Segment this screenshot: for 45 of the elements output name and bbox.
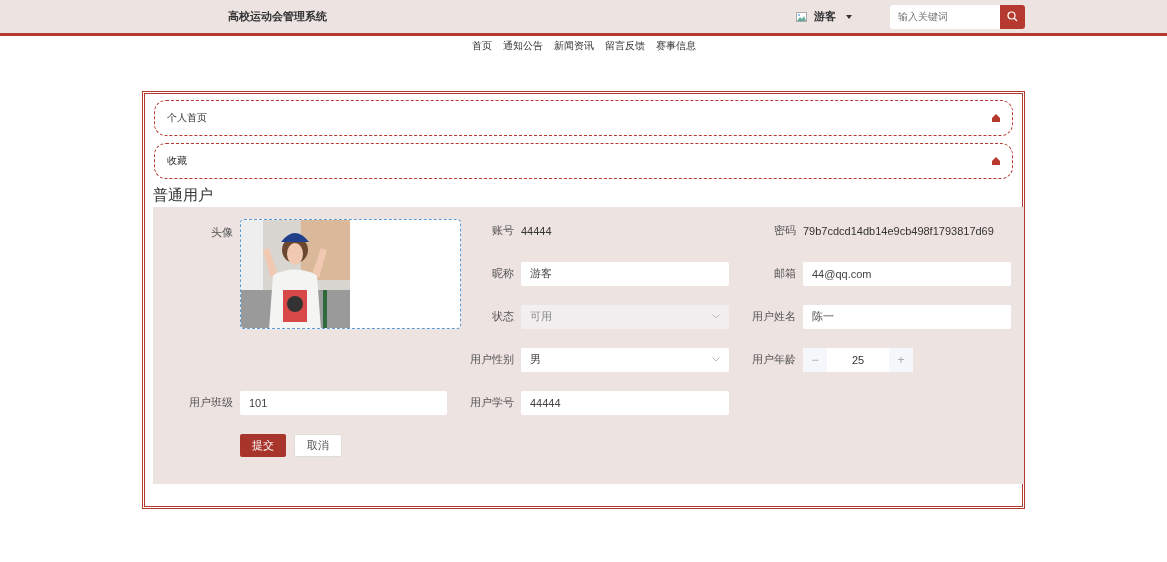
site-title: 高校运动会管理系统: [228, 9, 327, 24]
search-button[interactable]: [1000, 4, 1025, 29]
broken-image-icon: [796, 10, 808, 23]
search-field[interactable]: 输入关键词: [890, 4, 1000, 29]
chevron-icon: [712, 314, 720, 319]
menu-item[interactable]: 个人首页: [154, 100, 1013, 136]
house-icon: [992, 114, 1000, 122]
nav-link[interactable]: 赛事信息: [655, 39, 696, 53]
field-label: 用户姓名: [751, 309, 797, 324]
menu-item[interactable]: 收藏: [154, 143, 1013, 179]
search-icon: [1007, 11, 1018, 22]
field-label: 密码: [773, 223, 797, 238]
field-value: 79b7cdcd14db14e9cb498f1793817d69: [803, 224, 995, 237]
field-label: 用户年龄: [751, 352, 797, 367]
nav-link[interactable]: 新闻资讯: [553, 39, 594, 53]
user-menu[interactable]: 游客: [814, 9, 836, 24]
input-field[interactable]: 游客: [521, 261, 729, 286]
house-icon: [992, 157, 1000, 165]
section-heading: 普通用户: [153, 186, 214, 205]
upload-box[interactable]: [240, 218, 461, 329]
select-field[interactable]: 男: [521, 347, 729, 372]
input-field[interactable]: 44@qq.com: [803, 261, 1011, 286]
select-value: 男: [530, 352, 541, 367]
nav-link[interactable]: 留言反馈: [604, 39, 645, 53]
cancel-button[interactable]: 取消: [294, 434, 342, 457]
number-field[interactable]: 25: [827, 347, 889, 372]
caret-icon[interactable]: [846, 14, 852, 19]
menu-label: 个人首页: [167, 111, 207, 125]
input-field[interactable]: 44444: [521, 390, 729, 415]
field-label: 昵称: [491, 266, 515, 281]
input-field[interactable]: 陈一: [803, 304, 1011, 329]
field-label: 邮箱: [773, 266, 797, 281]
field-label: 状态: [491, 309, 515, 324]
field-value: 44444: [521, 224, 553, 237]
field-label: 账号: [491, 223, 515, 238]
input-field[interactable]: 101: [240, 390, 447, 415]
field-label: 用户性别: [469, 352, 515, 367]
nav-link[interactable]: 通知公告: [502, 39, 543, 53]
submit-button[interactable]: 提交: [240, 434, 286, 457]
field-label: 用户班级: [188, 395, 234, 410]
menu-label: 收藏: [167, 154, 187, 168]
field-label: 用户学号: [469, 395, 515, 410]
chevron-icon: [712, 357, 720, 362]
field-label: 头像: [210, 225, 234, 240]
nav-link[interactable]: 首页: [471, 39, 492, 53]
